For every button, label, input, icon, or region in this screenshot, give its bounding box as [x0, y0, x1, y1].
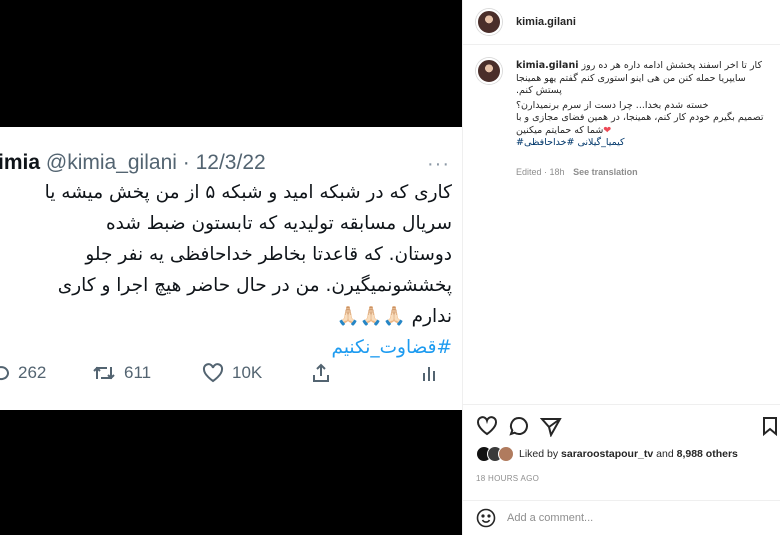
tweet-line: دوستان. که قاعدتا بخاطر خداحافظی یه نفر …: [85, 244, 452, 265]
caption-avatar[interactable]: [476, 58, 502, 84]
analytics-icon: [423, 367, 435, 381]
comment-icon: [509, 416, 528, 436]
author-username[interactable]: kimia.gilani: [516, 16, 576, 28]
send-icon: [539, 418, 562, 438]
caption-line: کار تا اخر اسفند پخشش ادامه داره هر ده ر…: [581, 60, 762, 71]
likes-and: and: [656, 448, 674, 460]
caption-text: kimia.gilani کار تا اخر اسفند پخشش ادامه…: [516, 60, 780, 150]
heart-icon: [477, 416, 497, 436]
caption-username[interactable]: kimia.gilani: [516, 60, 579, 71]
liked-by-user[interactable]: sararoostapour_tv: [561, 448, 653, 460]
post-side-panel: kimia.gilani kimia.gilani کار تا اخر اسف…: [462, 0, 780, 535]
share-icon: [313, 363, 329, 382]
tweet-like: 10K: [202, 363, 262, 383]
tweet-author-name: imia: [0, 151, 41, 174]
tweet-header: imia @kimia_gilani · 12/3/22: [0, 151, 266, 175]
reply-icon: [0, 366, 9, 381]
comment-input[interactable]: [507, 512, 747, 524]
tweet-actions: 262 611 10K: [0, 363, 462, 393]
likes-others-count[interactable]: 8,988 others: [677, 448, 738, 460]
tweet-line: سریال مسابقه تولیدیه که تابستون ضبط شده: [105, 213, 452, 234]
tweet-hashtag: #قضاوت_نکنیم: [331, 337, 452, 358]
save-button[interactable]: [759, 415, 780, 437]
liked-by-label: Liked by: [519, 448, 559, 460]
post-header: kimia.gilani: [463, 0, 780, 45]
caption-line: سایپریا حمله کنن من هی اینو استوری کنم گ…: [516, 72, 746, 84]
like-icon: [202, 363, 224, 383]
bookmark-icon: [763, 417, 777, 437]
liker-avatar: [498, 446, 514, 462]
like-count: 10K: [232, 363, 263, 382]
see-translation-link[interactable]: See translation: [573, 167, 638, 177]
edited-label: Edited · 18h: [516, 167, 565, 177]
caption-line: خسته شدم بخدا... چرا دست از سرم برنمیدار…: [516, 99, 709, 111]
caption-line: شما که حمایتم میکنین: [516, 124, 604, 136]
post-image[interactable]: imia @kimia_gilani · 12/3/22 ··· کاری که…: [0, 0, 462, 535]
tweet-author-handle: @kimia_gilani: [45, 151, 177, 174]
share-button[interactable]: [539, 415, 562, 438]
tweet-reply: 262: [0, 363, 46, 383]
reply-count: 262: [18, 363, 47, 382]
caption-meta: Edited · 18h See translation: [516, 167, 644, 177]
emoji-icon[interactable]: [476, 508, 496, 528]
tweet-card: imia @kimia_gilani · 12/3/22 ··· کاری که…: [0, 127, 462, 410]
tweet-retweet: 611: [92, 363, 151, 383]
post-timestamp[interactable]: 18 HOURS AGO: [476, 474, 539, 483]
caption-line: پستش کنم.: [516, 85, 562, 96]
likes-summary: Liked by sararoostapour_tv and 8,988 oth…: [476, 446, 738, 462]
retweet-icon: [93, 366, 115, 380]
caption-line: تصمیم بگیرم خودم کار کنم، همینجا، در همی…: [516, 112, 764, 123]
retweet-count: 611: [124, 363, 152, 382]
caption-hashtags[interactable]: کیمیا_گیلانی #خداحافظی#: [516, 137, 780, 150]
tweet-line: کاری که در شبکه امید و شبکه ۵ از من پخش …: [44, 182, 452, 203]
tweet-more-icon: ···: [427, 153, 450, 175]
heart-emoji: ❤: [603, 124, 612, 136]
tweet-text: کاری که در شبکه امید و شبکه ۵ از من پخش …: [0, 177, 452, 363]
tweet-analytics: [421, 363, 439, 383]
like-button[interactable]: [476, 415, 498, 437]
tweet-separator: ·: [182, 151, 190, 174]
tweet-share: [311, 363, 331, 383]
comment-bar: [463, 500, 780, 535]
tweet-line: ندارم 🙏🏻🙏🏻🙏🏻: [336, 306, 452, 327]
author-avatar[interactable]: [476, 9, 502, 35]
action-bar: [463, 404, 780, 444]
tweet-line: پخششونمیگیرن. من در حال حاضر هیچ اجرا و …: [57, 275, 452, 296]
tweet-date: 12/3/22: [195, 151, 266, 174]
comment-button[interactable]: [508, 415, 530, 437]
